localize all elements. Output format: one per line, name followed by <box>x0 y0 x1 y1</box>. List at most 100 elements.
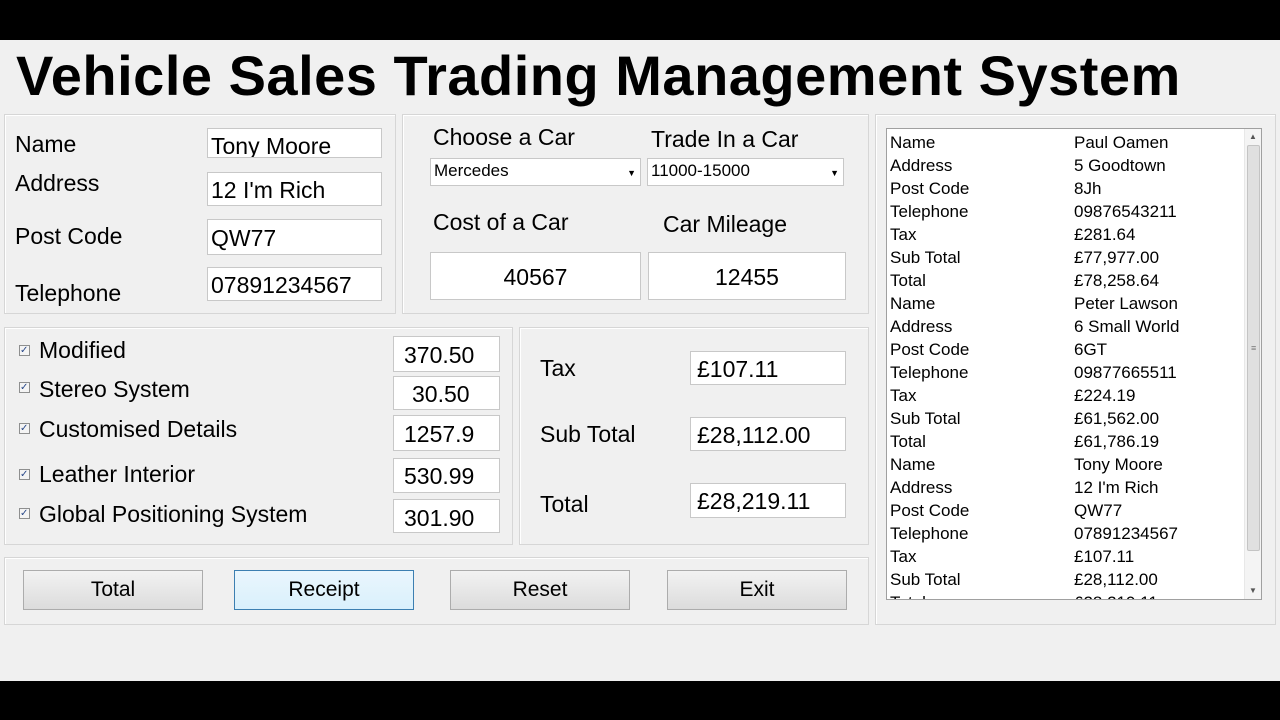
receipt-row[interactable]: Tax £224.19 <box>890 384 1245 407</box>
receipt-row-label: Post Code <box>890 501 970 520</box>
receipt-row-value: £61,562.00 <box>1074 409 1160 428</box>
receipt-row-label: Name <box>890 133 936 152</box>
receipt-row-value: Paul Oamen <box>1074 133 1169 152</box>
reset-button[interactable]: Reset <box>450 570 630 610</box>
scroll-up-arrow-icon[interactable]: ▲ <box>1245 129 1261 145</box>
check-icon: ✓ <box>20 469 29 480</box>
receipt-row-value: 6GT <box>1074 340 1108 359</box>
receipt-row[interactable]: Sub Total £28,112.00 <box>890 568 1245 591</box>
choose-car-select[interactable]: Mercedes ▼ <box>430 158 641 186</box>
receipt-row-value: Tony Moore <box>1074 455 1163 474</box>
subtotal-label: Sub Total <box>540 421 636 447</box>
address-field[interactable]: 12 I'm Rich <box>207 172 382 206</box>
receipt-row[interactable]: Telephone 09876543211 <box>890 200 1245 223</box>
choose-car-label: Choose a Car <box>433 124 575 150</box>
check-icon: ✓ <box>20 345 29 356</box>
gps-value[interactable]: 301.90 <box>393 499 500 533</box>
cost-label: Cost of a Car <box>433 209 569 235</box>
grip-icon: ≡ <box>1251 343 1257 353</box>
receipt-row-label: Total <box>890 432 926 451</box>
total-button[interactable]: Total <box>23 570 203 610</box>
receipt-row-label: Address <box>890 478 953 497</box>
receipt-button[interactable]: Receipt <box>234 570 414 610</box>
receipt-row[interactable]: Name Paul Oamen <box>890 131 1245 154</box>
scroll-down-arrow-icon[interactable]: ▼ <box>1245 583 1261 599</box>
receipt-row-label: Tax <box>890 225 917 244</box>
receipt-row-value: QW77 <box>1074 501 1123 520</box>
receipt-row-label: Sub Total <box>890 248 961 267</box>
stereo-checkbox[interactable]: ✓ <box>19 382 30 393</box>
receipt-row-value: 12 I'm Rich <box>1074 478 1159 497</box>
receipt-row[interactable]: Post Code 8Jh <box>890 177 1245 200</box>
receipt-row[interactable]: Tax £107.11 <box>890 545 1245 568</box>
scrollbar-thumb[interactable]: ≡ <box>1247 145 1260 551</box>
receipt-scrollbar[interactable]: ▲ ≡ ▼ <box>1244 129 1261 599</box>
leather-label: Leather Interior <box>39 461 195 487</box>
receipt-row-label: Telephone <box>890 363 969 382</box>
stereo-value[interactable]: 30.50 <box>393 376 500 410</box>
receipt-row-value: £77,977.00 <box>1074 248 1160 267</box>
name-field[interactable]: Tony Moore <box>207 128 382 158</box>
trade-in-label: Trade In a Car <box>651 126 799 152</box>
modified-checkbox[interactable]: ✓ <box>19 345 30 356</box>
receipt-row[interactable]: Total £78,258.64 <box>890 269 1245 292</box>
receipt-row[interactable]: Telephone 07891234567 <box>890 522 1245 545</box>
receipt-row-value: 09876543211 <box>1074 202 1177 221</box>
receipt-rows: Name Paul Oamen Address 5 Goodtown Post Code… <box>890 131 1245 599</box>
receipt-row[interactable]: Name Peter Lawson <box>890 292 1245 315</box>
dropdown-arrow-icon[interactable]: ▼ <box>830 159 839 187</box>
receipt-row-label: Sub Total <box>890 409 961 428</box>
receipt-row[interactable]: Post Code QW77 <box>890 499 1245 522</box>
modified-value[interactable]: 370.50 <box>393 336 500 372</box>
receipt-row[interactable]: Address 5 Goodtown <box>890 154 1245 177</box>
subtotal-field[interactable]: £28,112.00 <box>690 417 846 451</box>
receipt-row[interactable]: Sub Total £61,562.00 <box>890 407 1245 430</box>
customised-value[interactable]: 1257.9 <box>393 415 500 451</box>
mileage-field[interactable]: 12455 <box>648 252 846 300</box>
gps-label: Global Positioning System <box>39 501 308 527</box>
receipt-row-label: Address <box>890 317 953 336</box>
receipt-row[interactable]: Name Tony Moore <box>890 453 1245 476</box>
postcode-field[interactable]: QW77 <box>207 219 382 255</box>
receipt-row-value: £28,112.00 <box>1074 570 1158 589</box>
choose-car-value: Mercedes <box>434 161 509 180</box>
dropdown-arrow-icon[interactable]: ▼ <box>627 159 636 187</box>
trade-in-select[interactable]: 11000-15000 ▼ <box>647 158 844 186</box>
receipt-row-label: Address <box>890 156 953 175</box>
leather-value[interactable]: 530.99 <box>393 458 500 493</box>
receipt-row-value: £78,258.64 <box>1074 271 1160 290</box>
total-field[interactable]: £28,219.11 <box>690 483 846 518</box>
receipt-row-label: Sub Total <box>890 570 961 589</box>
telephone-label: Telephone <box>15 280 122 306</box>
customised-label: Customised Details <box>39 416 238 442</box>
exit-button[interactable]: Exit <box>667 570 847 610</box>
tax-field[interactable]: £107.11 <box>690 351 846 385</box>
receipt-row-value: £61,786.19 <box>1074 432 1160 451</box>
receipt-row-label: Name <box>890 455 936 474</box>
receipt-row-value: Peter Lawson <box>1074 294 1178 313</box>
receipt-row[interactable]: Address 6 Small World <box>890 315 1245 338</box>
receipt-listbox[interactable]: Name Paul Oamen Address 5 Goodtown Post Code… <box>886 128 1262 600</box>
total-label: Total <box>540 491 589 517</box>
telephone-field[interactable]: 07891234567 <box>207 267 382 301</box>
receipt-row[interactable]: Sub Total £77,977.00 <box>890 246 1245 269</box>
cost-field[interactable]: 40567 <box>430 252 641 300</box>
receipt-row[interactable]: Telephone 09877665511 <box>890 361 1245 384</box>
name-label: Name <box>15 131 77 157</box>
leather-checkbox[interactable]: ✓ <box>19 469 30 480</box>
receipt-row-value: 09877665511 <box>1074 363 1177 382</box>
receipt-row[interactable]: Total £61,786.19 <box>890 430 1245 453</box>
modified-label: Modified <box>39 337 126 363</box>
receipt-row-value: £224.19 <box>1074 386 1136 405</box>
receipt-row[interactable]: Total £28,219.11 <box>890 591 1245 599</box>
check-icon: ✓ <box>20 423 29 434</box>
customised-checkbox[interactable]: ✓ <box>19 423 30 434</box>
postcode-label: Post Code <box>15 223 123 249</box>
gps-checkbox[interactable]: ✓ <box>19 508 30 519</box>
receipt-row-value: 07891234567 <box>1074 524 1179 543</box>
receipt-row[interactable]: Address 12 I'm Rich <box>890 476 1245 499</box>
receipt-row-label: Telephone <box>890 524 969 543</box>
receipt-row[interactable]: Tax £281.64 <box>890 223 1245 246</box>
receipt-row[interactable]: Post Code 6GT <box>890 338 1245 361</box>
check-icon: ✓ <box>20 382 29 393</box>
